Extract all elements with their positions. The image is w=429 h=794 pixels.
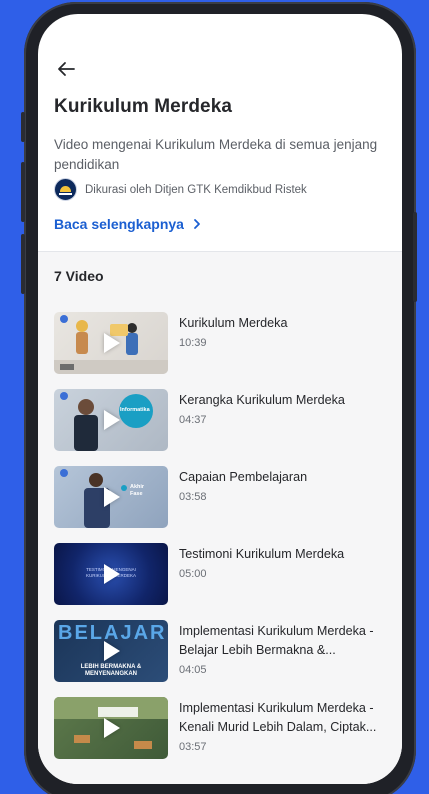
video-duration: 05:00 — [179, 568, 207, 580]
play-icon — [104, 410, 120, 430]
video-thumbnail: TESTIMONI MENGENAI KURIKULUM MERDEKA — [54, 543, 168, 605]
thumbnail-badge: Informatika — [120, 407, 150, 413]
video-item[interactable]: Kurikulum Merdeka 10:39 — [54, 312, 394, 376]
video-duration: 10:39 — [179, 337, 207, 349]
video-item[interactable]: BELAJAR LEBIH BERMAKNA & MENYENANGKAN Im… — [54, 620, 394, 684]
video-duration: 04:05 — [179, 664, 207, 676]
video-duration: 03:57 — [179, 741, 207, 753]
video-count: 7 Video — [54, 268, 104, 284]
play-icon — [104, 564, 120, 584]
read-more-link[interactable]: Baca selengkapnya — [54, 216, 202, 232]
read-more-label: Baca selengkapnya — [54, 216, 184, 232]
play-icon — [104, 641, 120, 661]
video-item[interactable]: Implementasi Kurikulum Merdeka - Kenali … — [54, 697, 394, 761]
video-title: Implementasi Kurikulum Merdeka - Kenali … — [179, 701, 377, 734]
app-screen: Kurikulum Merdeka Video mengenai Kurikul… — [38, 14, 402, 784]
video-thumbnail: BELAJAR LEBIH BERMAKNA & MENYENANGKAN — [54, 620, 168, 682]
curator-label: Dikurasi oleh Ditjen GTK Kemdikbud Riste… — [85, 183, 307, 196]
page-title: Kurikulum Merdeka — [54, 96, 233, 117]
video-duration: 04:37 — [179, 414, 207, 426]
video-list: 7 Video Kurikulum Merdeka 10:39 Informat… — [38, 252, 402, 784]
video-title: Kerangka Kurikulum Merdeka — [179, 393, 345, 407]
video-thumbnail — [54, 312, 168, 374]
video-title: Kurikulum Merdeka — [179, 316, 288, 330]
video-duration: 03:58 — [179, 491, 207, 503]
thumbnail-caption: LEBIH BERMAKNA & MENYENANGKAN — [80, 664, 142, 677]
video-item[interactable]: Informatika Kerangka Kurikulum Merdeka 0… — [54, 389, 394, 453]
chevron-right-icon — [194, 219, 200, 229]
video-title: Capaian Pembelajaran — [179, 470, 308, 484]
video-item[interactable]: Akhir Fase Capaian Pembelajaran 03:58 — [54, 466, 394, 530]
video-title: Implementasi Kurikulum Merdeka - Belajar… — [179, 624, 374, 657]
phone-button — [413, 212, 417, 302]
video-item[interactable]: TESTIMONI MENGENAI KURIKULUM MERDEKA Tes… — [54, 543, 394, 607]
phone-button — [21, 234, 25, 294]
phone-button — [21, 162, 25, 222]
arrow-left-icon — [58, 62, 75, 76]
back-button[interactable] — [54, 58, 78, 80]
ministry-logo — [54, 178, 77, 201]
play-icon — [104, 487, 120, 507]
play-icon — [104, 718, 120, 738]
video-thumbnail: Akhir Fase — [54, 466, 168, 528]
play-icon — [104, 333, 120, 353]
curator-row: Dikurasi oleh Ditjen GTK Kemdikbud Riste… — [54, 178, 307, 201]
video-thumbnail — [54, 697, 168, 759]
video-thumbnail: Informatika — [54, 389, 168, 451]
thumbnail-badge: Akhir Fase — [130, 484, 145, 497]
page-description: Video mengenai Kurikulum Merdeka di semu… — [54, 137, 378, 172]
video-title: Testimoni Kurikulum Merdeka — [179, 547, 345, 561]
phone-button — [21, 112, 25, 142]
